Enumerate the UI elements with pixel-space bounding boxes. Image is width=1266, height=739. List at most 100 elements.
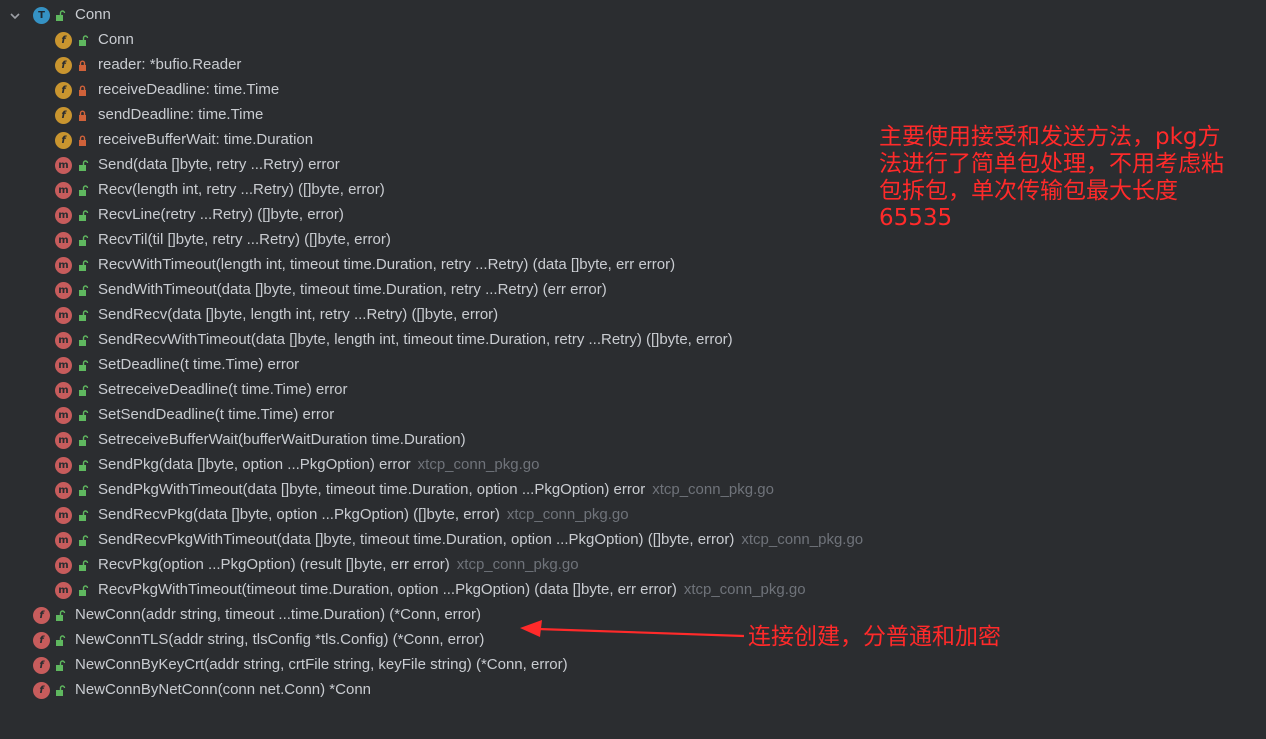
tree-node-label: SendRecvPkg(data []byte, option ...PkgOp…	[98, 506, 629, 523]
method-icon: m	[55, 582, 72, 599]
signature-text: SendRecvPkgWithTimeout(data []byte, time…	[98, 531, 735, 548]
tree-node-field[interactable]: f reader: *bufio.Reader	[0, 53, 1266, 78]
tree-node-label: SendWithTimeout(data []byte, timeout tim…	[98, 281, 607, 298]
tree-node-label: RecvPkg(option ...PkgOption) (result []b…	[98, 556, 579, 573]
tree-node-label: receiveBufferWait: time.Duration	[98, 131, 313, 148]
tree-node-method[interactable]: m SetreceiveBufferWait(bufferWaitDuration…	[0, 428, 1266, 453]
signature-text: RecvLine(retry ...Retry) ([]byte, error)	[98, 206, 344, 223]
tree-node-label: Conn	[98, 31, 134, 48]
method-icon: m	[55, 282, 72, 299]
tree-node-label: reader: *bufio.Reader	[98, 56, 241, 73]
field-icon: f	[55, 132, 72, 149]
signature-text: RecvTil(til []byte, retry ...Retry) ([]b…	[98, 231, 391, 248]
unlock-icon	[79, 435, 89, 446]
signature-text: RecvWithTimeout(length int, timeout time…	[98, 256, 676, 273]
tree-node-label: NewConnTLS(addr string, tlsConfig *tls.C…	[75, 631, 484, 648]
tree-node-method[interactable]: m SetSendDeadline(t time.Time) error	[0, 403, 1266, 428]
tree-node-label: SetreceiveDeadline(t time.Time) error	[98, 381, 348, 398]
source-file-hint: xtcp_conn_pkg.go	[741, 531, 864, 548]
field-icon: f	[55, 57, 72, 74]
annotation-conn-note: 连接创建，分普通和加密	[748, 624, 1001, 650]
tree-node-field[interactable]: f receiveDeadline: time.Time	[0, 78, 1266, 103]
tree-node-method[interactable]: m SendPkgWithTimeout(data []byte, timeout…	[0, 478, 1266, 503]
unlock-icon	[79, 585, 89, 596]
method-icon: m	[55, 382, 72, 399]
tree-node-label: SetreceiveBufferWait(bufferWaitDuration …	[98, 431, 466, 448]
annotation-main-note: 主要使用接受和发送方法，pkg方 法进行了简单包处理，不用考虑粘 包拆包，单次传…	[879, 124, 1224, 231]
source-file-hint: xtcp_conn_pkg.go	[652, 481, 774, 498]
method-icon: m	[55, 532, 72, 549]
tree-node-label: SendPkg(data []byte, option ...PkgOption…	[98, 456, 539, 473]
tree-node-label: NewConnByKeyCrt(addr string, crtFile str…	[75, 656, 568, 673]
signature-text: SendPkgWithTimeout(data []byte, timeout …	[98, 481, 646, 498]
tree-node-field[interactable]: f Conn	[0, 28, 1266, 53]
method-icon: m	[55, 507, 72, 524]
tree-node-label: SetSendDeadline(t time.Time) error	[98, 406, 334, 423]
unlock-icon	[79, 310, 89, 321]
signature-text: sendDeadline: time.Time	[98, 106, 264, 123]
lock-icon	[79, 60, 86, 71]
lock-icon	[79, 85, 86, 96]
tree-node-function[interactable]: f NewConnByKeyCrt(addr string, crtFile st…	[0, 653, 1266, 678]
unlock-icon	[79, 510, 89, 521]
signature-text: NewConnTLS(addr string, tlsConfig *tls.C…	[75, 631, 485, 648]
lock-icon	[79, 110, 86, 121]
tree-node-label: Send(data []byte, retry ...Retry) error	[98, 156, 340, 173]
unlock-icon	[79, 360, 89, 371]
source-file-hint: xtcp_conn_pkg.go	[456, 556, 579, 573]
unlock-icon	[79, 260, 89, 271]
tree-node-function[interactable]: f NewConnByNetConn(conn net.Conn) *Conn	[0, 678, 1266, 703]
tree-node-method[interactable]: m SendWithTimeout(data []byte, timeout ti…	[0, 278, 1266, 303]
signature-text: NewConn(addr string, timeout ...time.Dur…	[75, 606, 481, 623]
unlock-icon	[56, 610, 66, 621]
tree-node-method[interactable]: m RecvPkgWithTimeout(timeout time.Duratio…	[0, 578, 1266, 603]
tree-node-method[interactable]: m RecvPkg(option ...PkgOption) (result []…	[0, 553, 1266, 578]
signature-text: RecvPkg(option ...PkgOption) (result []b…	[98, 556, 450, 573]
signature-text: SendWithTimeout(data []byte, timeout tim…	[98, 281, 607, 298]
tree-node-label: RecvLine(retry ...Retry) ([]byte, error)	[98, 206, 344, 223]
unlock-icon	[79, 210, 89, 221]
tree-node-label: Conn	[75, 6, 111, 23]
signature-text: RecvPkgWithTimeout(timeout time.Duration…	[98, 581, 677, 598]
unlock-icon	[79, 285, 89, 296]
tree-node-conn-type[interactable]: T Conn	[0, 3, 1266, 28]
signature-text: NewConnByNetConn(conn net.Conn) *Conn	[75, 681, 372, 698]
tree-node-method[interactable]: m SendRecvPkg(data []byte, option ...PkgO…	[0, 503, 1266, 528]
function-icon: f	[33, 632, 50, 649]
tree-node-method[interactable]: m SendRecv(data []byte, length int, retry…	[0, 303, 1266, 328]
signature-text: NewConnByKeyCrt(addr string, crtFile str…	[75, 656, 568, 673]
signature-text: SendRecvPkg(data []byte, option ...PkgOp…	[98, 506, 500, 523]
method-icon: m	[55, 432, 72, 449]
method-icon: m	[55, 232, 72, 249]
signature-text: receiveDeadline: time.Time	[98, 81, 280, 98]
signature-text: SendPkg(data []byte, option ...PkgOption…	[98, 456, 411, 473]
tree-node-label: sendDeadline: time.Time	[98, 106, 263, 123]
tree-node-method[interactable]: m SendRecvPkgWithTimeout(data []byte, tim…	[0, 528, 1266, 553]
unlock-icon	[79, 535, 89, 546]
unlock-icon	[79, 560, 89, 571]
tree-node-label: NewConnByNetConn(conn net.Conn) *Conn	[75, 681, 371, 698]
tree-node-method[interactable]: m SendRecvWithTimeout(data []byte, length…	[0, 328, 1266, 353]
tree-node-method[interactable]: m SetreceiveDeadline(t time.Time) error	[0, 378, 1266, 403]
source-file-hint: xtcp_conn_pkg.go	[506, 506, 629, 523]
method-icon: m	[55, 457, 72, 474]
field-icon: f	[55, 32, 72, 49]
type-icon: T	[33, 7, 50, 24]
tree-node-label: RecvPkgWithTimeout(timeout time.Duration…	[98, 581, 806, 598]
tree-node-method[interactable]: m SendPkg(data []byte, option ...PkgOptio…	[0, 453, 1266, 478]
method-icon: m	[55, 482, 72, 499]
source-file-hint: xtcp_conn_pkg.go	[683, 581, 806, 598]
unlock-icon	[79, 160, 89, 171]
source-file-hint: xtcp_conn_pkg.go	[417, 456, 540, 473]
method-icon: m	[55, 307, 72, 324]
method-icon: m	[55, 157, 72, 174]
signature-text: Send(data []byte, retry ...Retry) error	[98, 156, 340, 173]
tree-node-label: RecvTil(til []byte, retry ...Retry) ([]b…	[98, 231, 391, 248]
unlock-icon	[79, 335, 89, 346]
lock-icon	[79, 135, 86, 146]
signature-text: reader: *bufio.Reader	[98, 56, 242, 73]
tree-node-label: SendRecvPkgWithTimeout(data []byte, time…	[98, 531, 863, 548]
chevron-down-icon[interactable]	[8, 9, 22, 23]
tree-node-method[interactable]: m SetDeadline(t time.Time) error	[0, 353, 1266, 378]
tree-node-method[interactable]: m RecvWithTimeout(length int, timeout tim…	[0, 253, 1266, 278]
